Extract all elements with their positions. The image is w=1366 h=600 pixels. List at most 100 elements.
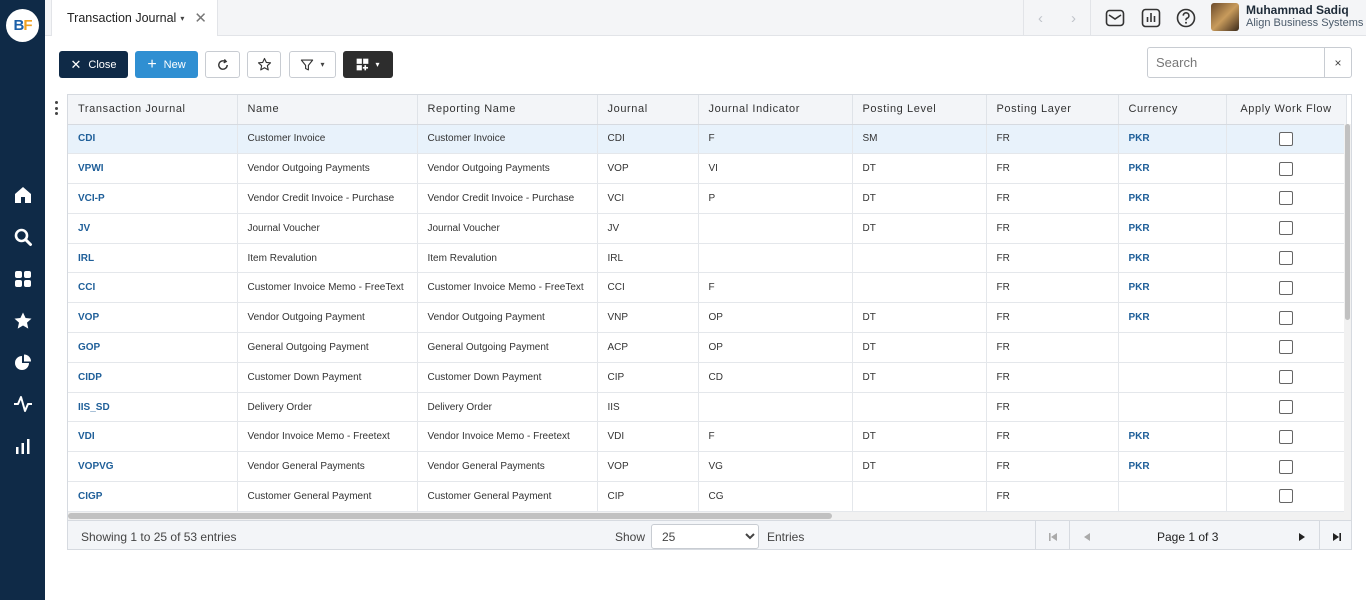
apps-grid-icon[interactable] (12, 268, 34, 290)
table-cell[interactable]: CCI (68, 272, 238, 304)
tab-transaction-journal[interactable]: Transaction Journal ▾ ✕ (51, 0, 218, 36)
apply-work-flow-checkbox[interactable] (1279, 400, 1293, 415)
table-cell[interactable]: VCI-P (68, 183, 238, 214)
brand-logo[interactable]: BF (6, 9, 39, 42)
first-page-button[interactable] (1035, 521, 1069, 549)
help-icon[interactable] (1176, 8, 1196, 28)
table-row[interactable]: CIGP Customer General Payment Customer Gen… (68, 481, 1347, 512)
filter-button[interactable]: ▾ (289, 51, 336, 78)
next-page-icon (1299, 532, 1305, 541)
table-row[interactable]: CIDP Customer Down Payment Customer Down P… (68, 362, 1347, 393)
table-cell: Vendor Invoice Memo - Freetext (237, 421, 418, 453)
table-cell[interactable]: VOP (68, 302, 238, 334)
table-row[interactable]: VDI Vendor Invoice Memo - Freetext Vendor … (68, 421, 1347, 453)
table-cell[interactable]: GOP (68, 332, 238, 363)
table-cell: Customer General Payment (417, 481, 598, 512)
close-icon[interactable]: ✕ (194, 9, 207, 27)
apply-work-flow-checkbox[interactable] (1279, 459, 1293, 474)
apply-work-flow-checkbox[interactable] (1279, 131, 1293, 146)
table-row[interactable]: VPWI Vendor Outgoing Payments Vendor Outgo… (68, 153, 1347, 185)
table-cell[interactable]: IIS_SD (68, 392, 238, 423)
report-icon[interactable] (1141, 8, 1161, 28)
table-cell: PKR (1118, 183, 1227, 214)
column-header[interactable]: Name (237, 95, 418, 125)
table-cell[interactable]: JV (68, 213, 238, 244)
column-header[interactable]: Posting Layer (986, 95, 1119, 125)
table-cell (852, 392, 987, 423)
page-indicator: Page 1 of 3 (1157, 530, 1219, 544)
user-profile[interactable]: Muhammad Sadiq Align Business Systems (1211, 3, 1363, 31)
table-cell: CG (698, 481, 853, 512)
activity-icon[interactable] (12, 393, 34, 415)
table-cell[interactable]: VDI (68, 421, 238, 453)
table-cell: Item Revalution (417, 243, 598, 274)
horizontal-scrollbar[interactable] (68, 512, 1346, 520)
apply-work-flow-checkbox[interactable] (1279, 280, 1293, 295)
apply-work-flow-checkbox[interactable] (1279, 310, 1293, 325)
pie-chart-icon[interactable] (12, 352, 34, 374)
table-row[interactable]: VCI-P Vendor Credit Invoice - Purchase Ven… (68, 183, 1347, 214)
apply-work-flow-checkbox[interactable] (1279, 191, 1293, 206)
apply-work-flow-checkbox[interactable] (1279, 429, 1293, 444)
table-cell: DT (852, 213, 987, 244)
search-icon[interactable] (12, 226, 34, 248)
close-button[interactable]: ✕ Close (59, 51, 128, 78)
vertical-scrollbar[interactable] (1344, 124, 1351, 520)
favorite-button[interactable] (247, 51, 281, 78)
column-header[interactable]: Posting Level (852, 95, 987, 125)
apply-work-flow-checkbox[interactable] (1279, 251, 1293, 266)
chevron-down-icon[interactable]: ▾ (180, 14, 184, 23)
last-page-button[interactable] (1319, 521, 1351, 549)
table-cell: PKR (1118, 421, 1227, 453)
logo-letter-f: F (23, 17, 32, 34)
column-header[interactable]: Journal Indicator (698, 95, 853, 125)
table-row[interactable]: IRL Item Revalution Item Revalution IRL FR PK… (68, 243, 1347, 274)
prev-page-button[interactable] (1069, 521, 1103, 549)
horizontal-scroll-thumb[interactable] (68, 513, 832, 519)
table-cell[interactable]: CIGP (68, 481, 238, 512)
vertical-scroll-thumb[interactable] (1345, 124, 1350, 320)
new-button[interactable]: + New (135, 51, 198, 78)
forward-arrow-icon[interactable]: › (1071, 10, 1076, 27)
column-header[interactable]: Journal (597, 95, 699, 125)
apply-work-flow-checkbox[interactable] (1279, 340, 1293, 355)
table-cell[interactable]: CDI (68, 124, 238, 155)
column-header[interactable]: Reporting Name (417, 95, 598, 125)
table-row[interactable]: CCI Customer Invoice Memo - FreeText Custo… (68, 272, 1347, 304)
table-row[interactable]: VOPVG Vendor General Payments Vendor Gener… (68, 451, 1347, 483)
layout-button[interactable]: ▾ (343, 51, 393, 78)
clear-search-icon[interactable]: × (1324, 48, 1351, 77)
table-row[interactable]: CDI Customer Invoice Customer Invoice CDI F S… (68, 124, 1347, 155)
table-row[interactable]: GOP General Outgoing Payment General Outgo… (68, 332, 1347, 363)
apply-work-flow-checkbox[interactable] (1279, 161, 1293, 176)
table-cell[interactable]: VPWI (68, 153, 238, 185)
table-row[interactable]: JV Journal Voucher Journal Voucher JV DT FR PK… (68, 213, 1347, 244)
mail-icon[interactable] (1105, 8, 1125, 28)
star-icon[interactable] (12, 310, 34, 332)
table-row[interactable]: VOP Vendor Outgoing Payment Vendor Outgoin… (68, 302, 1347, 334)
page-size-select[interactable]: 25 (651, 524, 759, 549)
table-cell[interactable]: VOPVG (68, 451, 238, 483)
avatar[interactable] (1211, 3, 1239, 31)
table-cell[interactable]: IRL (68, 243, 238, 274)
apply-work-flow-checkbox[interactable] (1279, 489, 1293, 504)
column-header[interactable]: Currency (1118, 95, 1227, 125)
next-page-button[interactable] (1285, 521, 1319, 549)
apply-work-flow-checkbox[interactable] (1279, 221, 1293, 236)
pagination: Page 1 of 3 (1035, 521, 1351, 549)
column-header[interactable]: Apply Work Flow (1226, 95, 1347, 125)
search-input[interactable] (1148, 48, 1326, 77)
table-cell: Customer Invoice (237, 124, 418, 155)
table-cell: Item Revalution (237, 243, 418, 274)
column-header[interactable]: Transaction Journal (68, 95, 238, 125)
table-row[interactable]: IIS_SD Delivery Order Delivery Order IIS FR (68, 392, 1347, 423)
table-cell: IRL (597, 243, 699, 274)
bar-chart-icon[interactable] (12, 435, 34, 457)
back-arrow-icon[interactable]: ‹ (1038, 10, 1043, 27)
refresh-button[interactable] (205, 51, 240, 78)
more-options-icon[interactable] (53, 101, 59, 115)
table-cell[interactable]: CIDP (68, 362, 238, 393)
apply-work-flow-checkbox[interactable] (1279, 370, 1293, 385)
table-cell: DT (852, 421, 987, 453)
home-icon[interactable] (12, 184, 34, 206)
